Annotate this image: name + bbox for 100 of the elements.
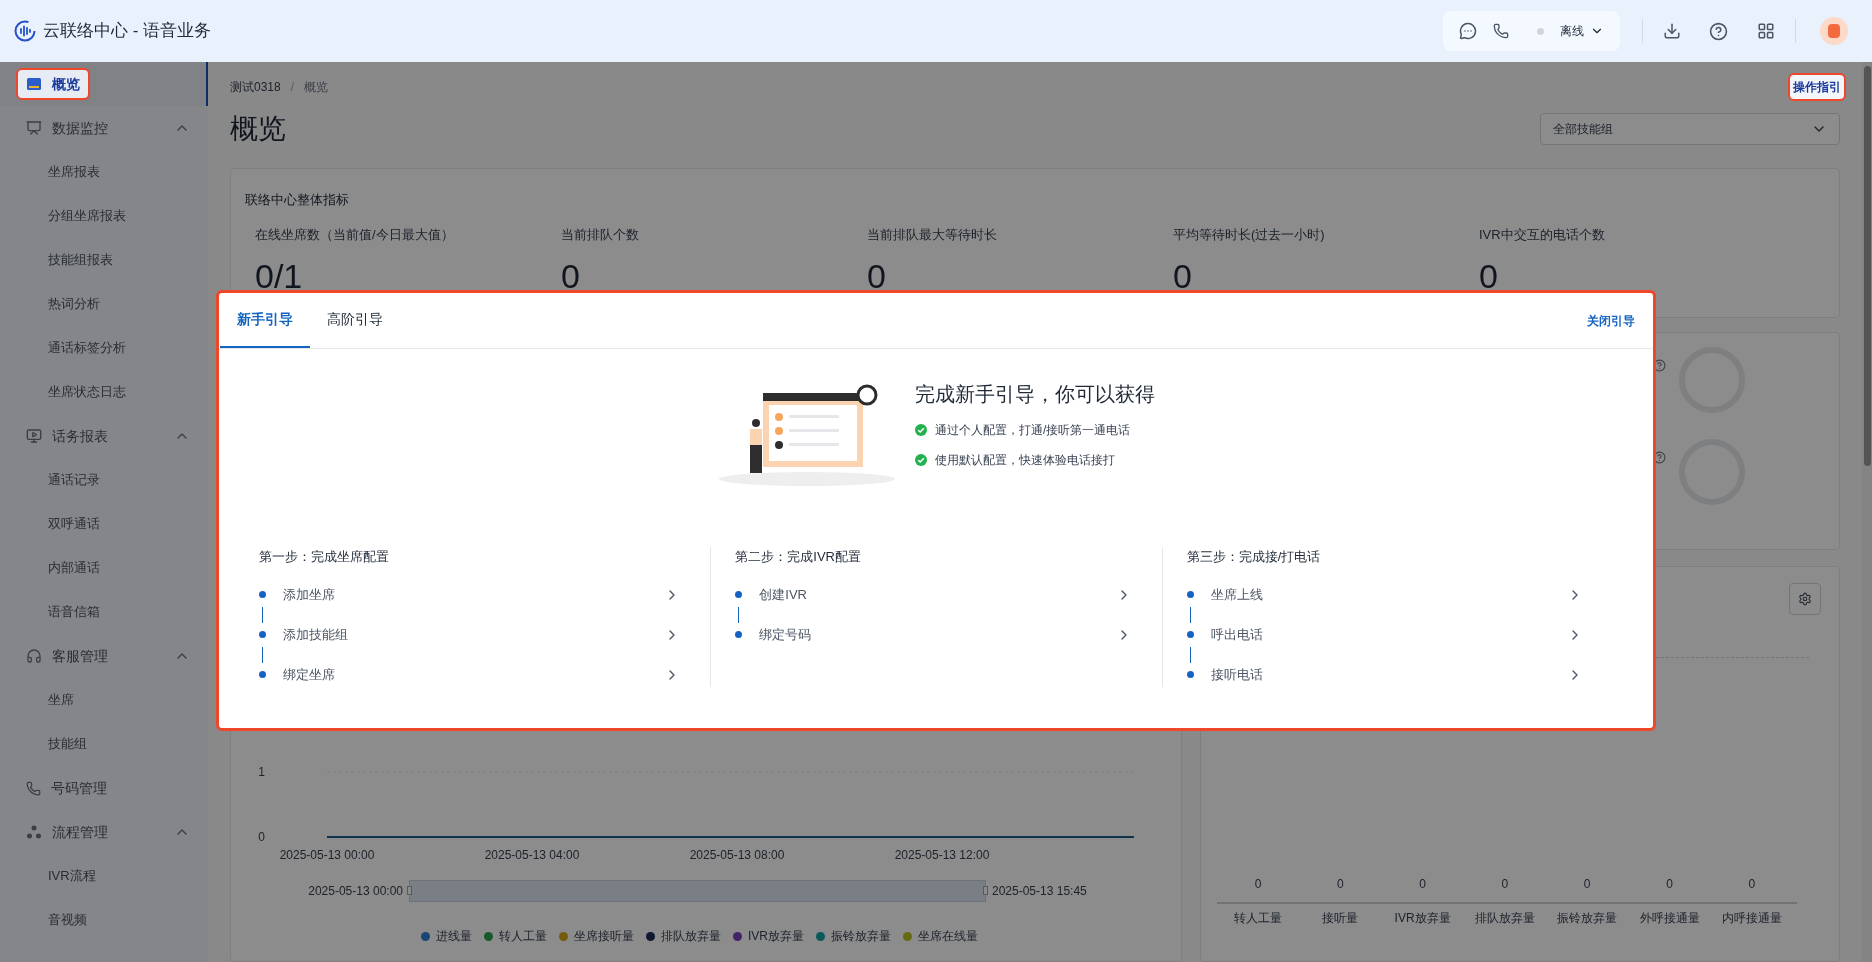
x-axis-label: 2025-05-13 08:00 — [689, 848, 785, 862]
category-label: 排队放弃量 — [1474, 911, 1535, 925]
phone-icon — [26, 780, 41, 796]
card-title: 联络中心整体指标 — [245, 192, 349, 207]
metric-label: 在线坐席数（当前值/今日最大值） — [255, 226, 455, 244]
category-label: IVR放弃量 — [1394, 911, 1451, 925]
status-dropdown[interactable]: 离线 — [1537, 22, 1604, 40]
category-label: 接听量 — [1322, 911, 1359, 925]
help-icon[interactable] — [1653, 451, 1666, 464]
avatar[interactable] — [1820, 17, 1848, 45]
metric-value: 0 — [867, 255, 887, 297]
submenu-item[interactable]: 通话记录 — [48, 470, 100, 490]
submenu-item[interactable]: 坐席 — [48, 690, 74, 710]
step-link[interactable]: 创建IVR — [735, 582, 1132, 607]
value-label: 0 — [1748, 877, 1756, 891]
value-label: 0 — [1336, 877, 1344, 891]
submenu-item[interactable]: 内部通话 — [48, 558, 100, 578]
settings-button[interactable] — [1789, 583, 1821, 615]
slider-handle[interactable] — [407, 886, 412, 895]
legend-item[interactable]: 转人工量 — [484, 927, 547, 945]
guide-headline: 完成新手引导，你可以获得 — [915, 382, 1155, 407]
submenu-item[interactable]: 技能组报表 — [48, 250, 113, 270]
step-link[interactable]: 添加技能组 — [259, 622, 681, 647]
step-link[interactable]: 呼出电话 — [1186, 622, 1583, 647]
skill-group-select[interactable]: 全部技能组 — [1540, 113, 1840, 145]
y-axis-label: 0 — [258, 830, 265, 844]
menu-group[interactable]: 客服管理 — [16, 640, 118, 672]
category-label: 外呼接通量 — [1639, 911, 1700, 925]
step-title: 第一步：完成坐席配置 — [259, 548, 390, 566]
submenu-item[interactable]: 通话标签分析 — [48, 338, 126, 358]
value-label: 0 — [1666, 877, 1673, 891]
sound-wave-logo-icon — [14, 20, 36, 42]
zoom-end-label: 2025-05-13 15:45 — [992, 883, 1087, 900]
legend-item[interactable]: 进线量 — [421, 927, 472, 945]
menu-item[interactable]: 号码管理 — [16, 772, 117, 804]
value-label: 0 — [1583, 877, 1591, 891]
slider-handle[interactable] — [983, 886, 988, 895]
phone-icon[interactable] — [1493, 23, 1509, 39]
tab[interactable]: 新手引导 — [220, 293, 310, 348]
x-axis-label: 2025-05-13 00:00 — [279, 848, 375, 862]
chart-board-icon — [26, 120, 42, 136]
range-slider[interactable] — [410, 881, 985, 901]
metric-value: 0 — [561, 255, 581, 297]
monitor-icon — [26, 428, 42, 444]
value-label: 0 — [1254, 877, 1262, 891]
submenu-item[interactable]: 坐席报表 — [48, 162, 100, 182]
app-title: 云联络中心 - 语音业务 — [43, 20, 212, 43]
tab[interactable]: 高阶引导 — [310, 293, 400, 348]
menu-group[interactable]: 流程管理 — [16, 816, 118, 848]
value-label: 0 — [1419, 877, 1426, 891]
legend-item[interactable]: 排队放弃量 — [646, 927, 721, 945]
x-axis-label: 2025-05-13 12:00 — [894, 848, 990, 862]
submenu-item[interactable]: IVR流程 — [48, 866, 96, 886]
menu-group[interactable]: 话务报表 — [16, 420, 118, 452]
step-link[interactable]: 添加坐席 — [259, 582, 681, 607]
legend-item[interactable]: 坐席在线量 — [903, 927, 978, 945]
category-label: 转人工量 — [1234, 911, 1282, 925]
headset-icon — [26, 648, 42, 664]
menu-item[interactable]: 概览 — [16, 68, 90, 100]
legend-item[interactable]: IVR放弃量 — [733, 927, 804, 945]
metric-label: 当前排队个数 — [561, 226, 640, 244]
check-circle-icon — [915, 424, 927, 436]
guide-button[interactable]: 操作指引 — [1788, 73, 1846, 101]
settings-icon — [1798, 592, 1812, 606]
step-title: 第二步：完成IVR配置 — [735, 548, 862, 566]
legend-item[interactable]: 振铃放弃量 — [816, 927, 891, 945]
help-icon[interactable] — [1709, 21, 1728, 41]
menu-group[interactable]: 数据监控 — [16, 112, 118, 144]
benefit-text: 通过个人配置，打通/接听第一通电话 — [935, 422, 1131, 439]
step-link[interactable]: 接听电话 — [1186, 662, 1583, 687]
y-axis-label: 1 — [258, 765, 265, 779]
help-icon[interactable] — [1653, 359, 1666, 372]
page-title: 概览 — [230, 112, 286, 146]
submenu-item[interactable]: 坐席状态日志 — [48, 382, 126, 402]
breadcrumb-separator: / — [290, 79, 295, 96]
breadcrumb-link[interactable]: 测试0318 — [230, 78, 281, 96]
card-icon — [26, 77, 42, 91]
grid-icon[interactable] — [1757, 22, 1775, 40]
step-link[interactable]: 绑定坐席 — [259, 662, 681, 687]
zoom-start-label: 2025-05-13 00:00 — [307, 883, 403, 900]
metric-value: 0 — [1479, 255, 1499, 297]
metric-label: 平均等待时长(过去一小时) — [1173, 226, 1326, 244]
benefit-text: 使用默认配置，快速体验电话接打 — [935, 452, 1115, 469]
category-label: 内呼接通量 — [1721, 911, 1782, 925]
breadcrumb-current: 概览 — [304, 79, 329, 96]
step-link[interactable]: 坐席上线 — [1186, 582, 1583, 607]
scrollbar[interactable] — [1862, 62, 1872, 962]
value-label: 0 — [1501, 877, 1509, 891]
submenu-item[interactable]: 热词分析 — [48, 294, 100, 314]
close-guide-link[interactable]: 关闭引导 — [1587, 293, 1635, 348]
submenu-item[interactable]: 双呼通话 — [48, 514, 100, 534]
x-axis-label: 2025-05-13 04:00 — [484, 848, 580, 862]
submenu-item[interactable]: 语音信箱 — [48, 602, 100, 622]
download-icon[interactable] — [1663, 22, 1681, 40]
submenu-item[interactable]: 技能组 — [48, 734, 87, 754]
submenu-item[interactable]: 分组坐席报表 — [48, 206, 126, 226]
chat-icon[interactable] — [1459, 22, 1477, 40]
submenu-item[interactable]: 音视频 — [48, 910, 87, 930]
legend-item[interactable]: 坐席接听量 — [559, 927, 634, 945]
step-link[interactable]: 绑定号码 — [735, 622, 1132, 647]
